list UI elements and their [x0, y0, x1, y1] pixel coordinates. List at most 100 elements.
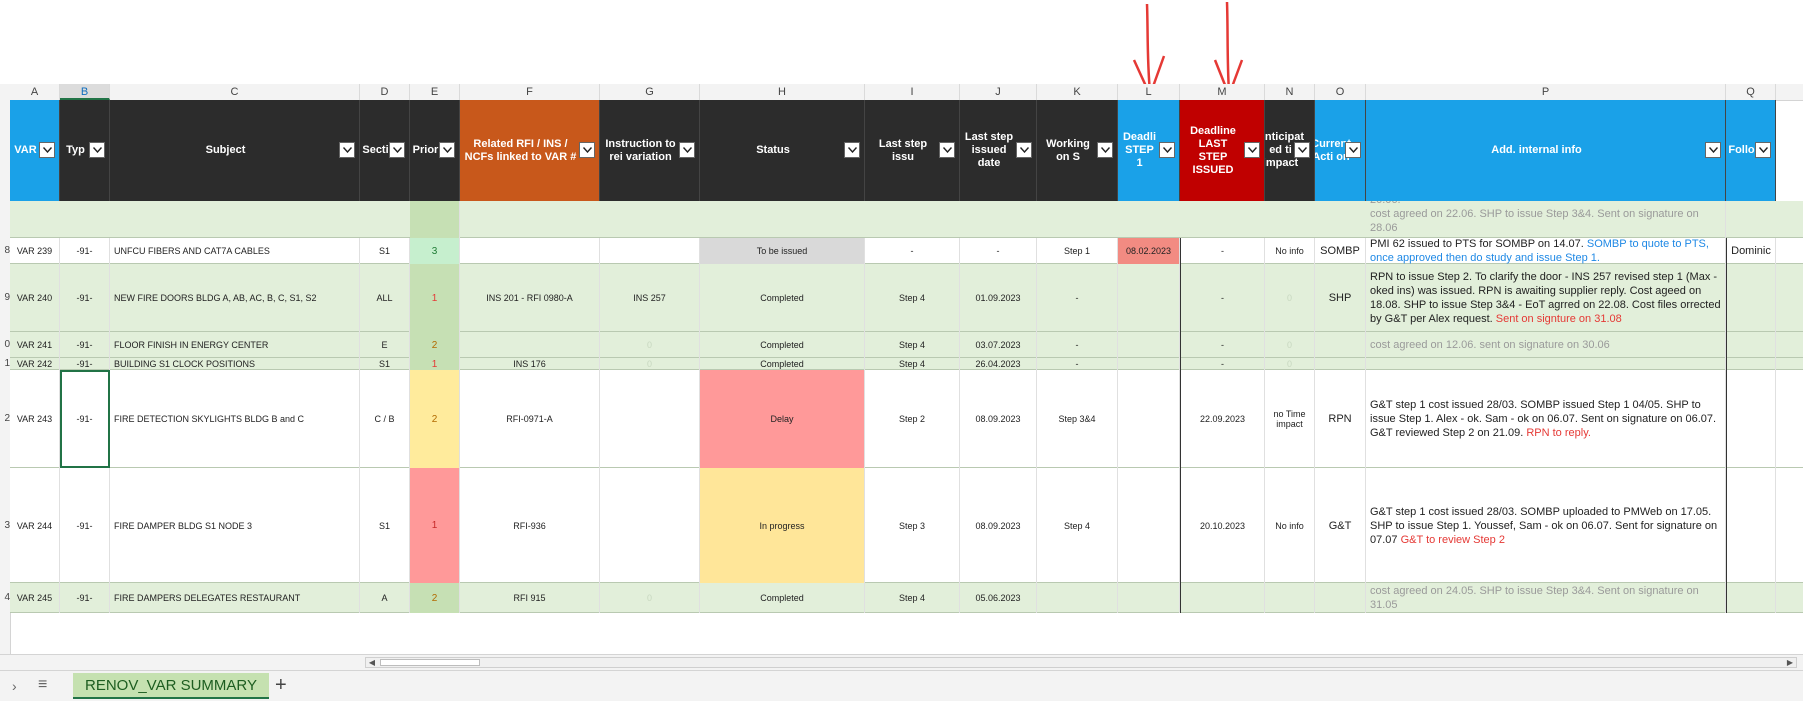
cell-a[interactable]: VAR 243 [10, 370, 60, 468]
cell-l[interactable] [1118, 583, 1180, 613]
cell-f[interactable]: RFI-0971-A [460, 370, 600, 468]
cell-f[interactable] [460, 238, 600, 264]
column-letter-l[interactable]: L [1118, 84, 1180, 100]
cell-f[interactable]: INS 201 - RFI 0980-A [460, 264, 600, 332]
cell-g[interactable] [600, 468, 700, 583]
cell-q[interactable]: Dominic [1726, 238, 1776, 264]
column-letter-h[interactable]: H [700, 84, 865, 100]
column-letter-c[interactable]: C [110, 84, 360, 100]
cell-n[interactable]: 0 [1265, 358, 1315, 370]
cell-i[interactable]: Step 3 [865, 468, 960, 583]
cell-j[interactable]: 01.09.2023 [960, 264, 1037, 332]
cell-c[interactable]: BUILDING S1 CLOCK POSITIONS [110, 358, 360, 370]
cell-d[interactable]: S1 [360, 238, 410, 264]
cell-l[interactable] [1118, 468, 1180, 583]
chevron-right-icon[interactable]: › [12, 678, 17, 694]
cell-o[interactable]: SHP [1315, 264, 1366, 332]
column-letter-f[interactable]: F [460, 84, 600, 100]
cell-f[interactable] [460, 332, 600, 358]
filter-dropdown-icon[interactable] [39, 141, 55, 158]
cell-m[interactable]: - [1180, 264, 1265, 332]
cell-d[interactable]: S1 [360, 358, 410, 370]
cell-q[interactable] [1726, 264, 1776, 332]
cell-e[interactable]: 1 [410, 358, 460, 370]
cell-j[interactable]: 05.06.2023 [960, 583, 1037, 613]
cell-i[interactable]: - [865, 238, 960, 264]
cell-k[interactable]: - [1037, 332, 1118, 358]
cell-i[interactable]: Step 2 [865, 370, 960, 468]
filter-dropdown-icon[interactable] [1097, 141, 1113, 158]
cell-d[interactable]: S1 [360, 468, 410, 583]
cell-q[interactable] [1726, 583, 1776, 613]
cell-o[interactable]: G&T [1315, 468, 1366, 583]
table-row[interactable]: VAR 245 -91- FIRE DAMPERS DELEGATES RESTAU… [10, 583, 1803, 613]
cell-e[interactable]: 1 [410, 468, 460, 583]
cell-j[interactable]: 08.09.2023 [960, 370, 1037, 468]
cell-q[interactable] [1726, 332, 1776, 358]
cell-h[interactable]: Completed [700, 583, 865, 613]
row-number[interactable]: 4 [0, 592, 10, 604]
filter-dropdown-icon[interactable] [679, 141, 695, 158]
cell-a[interactable]: VAR 242 [10, 358, 60, 370]
filter-dropdown-icon[interactable] [1294, 141, 1310, 158]
cell-p[interactable]: PMI 62 issued to PTS for SOMBP on 14.07.… [1366, 238, 1726, 264]
cell-n[interactable]: No info [1265, 468, 1315, 583]
cell-p[interactable]: cost agreed on 12.06. sent on signature … [1366, 332, 1726, 358]
cell-c[interactable]: UNFCU FIBERS AND CAT7A CABLES [110, 238, 360, 264]
spreadsheet-grid[interactable]: ABCDEFGHIJKLMNOPQ 8901234 VAR Typ Subject S… [0, 84, 1803, 654]
table-row[interactable]: VAR 243 -91- FIRE DETECTION SKYLIGHTS BLDG… [10, 370, 1803, 468]
cell-e[interactable]: 3 [410, 238, 460, 264]
column-letter-g[interactable]: G [600, 84, 700, 100]
filter-dropdown-icon[interactable] [939, 141, 955, 158]
filter-dropdown-icon[interactable] [89, 141, 105, 158]
table-row[interactable]: VAR 242 -91- BUILDING S1 CLOCK POSITIONS S1… [10, 358, 1803, 370]
cell-k[interactable]: - [1037, 358, 1118, 370]
cell-l[interactable] [1118, 264, 1180, 332]
table-row-partial[interactable]: Alistair Email from 20.06. G&T issued fi… [10, 201, 1803, 238]
column-letter-k[interactable]: K [1037, 84, 1118, 100]
row-number[interactable]: 3 [0, 520, 10, 532]
cell-e[interactable]: 1 [410, 264, 460, 332]
info-cell[interactable]: Alistair Email from 20.06. G&T issued fi… [1366, 201, 1726, 238]
cell-l[interactable] [1118, 370, 1180, 468]
column-letter-n[interactable]: N [1265, 84, 1315, 100]
cell-i[interactable]: Step 4 [865, 332, 960, 358]
cell-a[interactable]: VAR 240 [10, 264, 60, 332]
column-letter-q[interactable]: Q [1726, 84, 1776, 100]
column-letter-a[interactable]: A [10, 84, 60, 100]
cell-m[interactable]: - [1180, 358, 1265, 370]
cell-h[interactable]: Completed [700, 332, 865, 358]
column-header-bar[interactable]: ABCDEFGHIJKLMNOPQ [0, 84, 1803, 101]
hamburger-icon[interactable]: ≡ [38, 676, 47, 694]
cell-b[interactable]: -91- [60, 332, 110, 358]
cell-q[interactable] [1726, 468, 1776, 583]
table-row[interactable]: VAR 240 -91- NEW FIRE DOORS BLDG A, AB, AC… [10, 264, 1803, 332]
cell-b[interactable]: -91- [60, 264, 110, 332]
cell-d[interactable]: C / B [360, 370, 410, 468]
cell-c[interactable]: FIRE DETECTION SKYLIGHTS BLDG B and C [110, 370, 360, 468]
cell-g[interactable] [600, 370, 700, 468]
filter-dropdown-icon[interactable] [389, 141, 405, 158]
cell-j[interactable]: 26.04.2023 [960, 358, 1037, 370]
priority-cell[interactable] [410, 201, 460, 238]
cell-k[interactable]: Step 3&4 [1037, 370, 1118, 468]
filter-dropdown-icon[interactable] [1755, 141, 1771, 158]
cell-k[interactable] [1037, 583, 1118, 613]
cell-p[interactable]: G&T step 1 cost issued 28/03. SOMBP issu… [1366, 370, 1726, 468]
cell-b[interactable]: -91- [60, 468, 110, 583]
cell-o[interactable] [1315, 358, 1366, 370]
row-number[interactable]: 8 [0, 245, 10, 257]
cell-m[interactable]: 22.09.2023 [1180, 370, 1265, 468]
cell-k[interactable]: - [1037, 264, 1118, 332]
cell-d[interactable]: ALL [360, 264, 410, 332]
cell-n[interactable]: 0 [1265, 332, 1315, 358]
cell-b[interactable]: -91- [60, 358, 110, 370]
column-letter-d[interactable]: D [360, 84, 410, 100]
cell-a[interactable]: VAR 245 [10, 583, 60, 613]
cell-k[interactable]: Step 4 [1037, 468, 1118, 583]
cell-n[interactable]: no Time impact [1265, 370, 1315, 468]
cell-q[interactable] [1726, 370, 1776, 468]
row-number[interactable]: 0 [0, 339, 10, 351]
cell-n[interactable] [1265, 583, 1315, 613]
cell-m[interactable]: - [1180, 332, 1265, 358]
